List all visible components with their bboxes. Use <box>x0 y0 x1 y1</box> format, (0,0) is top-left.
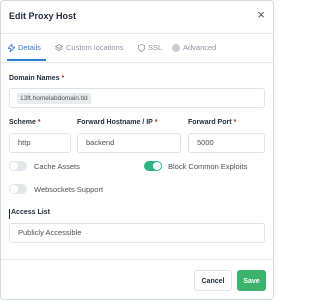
tab-advanced[interactable]: Advanced <box>172 43 216 52</box>
save-button[interactable]: Save <box>237 270 266 291</box>
toggle-knob <box>10 162 18 170</box>
required-mark: * <box>37 119 41 126</box>
forward-hostname-input[interactable]: backend <box>77 133 181 153</box>
websockets-support-toggle[interactable] <box>9 184 27 194</box>
text-cursor <box>9 209 10 219</box>
domain-names-label-text: Domain Names <box>9 75 60 82</box>
bolt-icon <box>8 43 15 52</box>
tab-ssl-label: SSL <box>148 43 163 52</box>
block-common-exploits-toggle[interactable] <box>144 161 162 171</box>
dialog-title: Edit Proxy Host <box>9 11 77 21</box>
dialog-header: Edit Proxy Host × <box>1 1 273 34</box>
domain-names-label: Domain Names * <box>9 75 64 82</box>
tab-custom-locations[interactable]: Custom locations <box>55 43 124 52</box>
forward-port-label: Forward Port * <box>188 119 236 126</box>
tab-custom-locations-label: Custom locations <box>66 43 124 52</box>
forward-port-input[interactable]: 5000 <box>188 133 265 153</box>
cache-assets-toggle[interactable] <box>9 161 27 171</box>
domain-names-input[interactable]: 13ft.homelabdomain.tld <box>9 88 265 108</box>
cancel-button[interactable]: Cancel <box>194 270 232 291</box>
tab-advanced-label: Advanced <box>183 43 217 52</box>
forward-hostname-label-text: Forward Hostname / IP <box>77 119 153 126</box>
toggle-knob <box>153 162 161 170</box>
websockets-support-label: Websockets Support <box>34 185 104 194</box>
close-icon[interactable]: × <box>257 8 265 22</box>
block-common-exploits-label: Block Common Exploits <box>168 162 248 171</box>
access-list-select[interactable]: Publicly Accessible <box>9 223 265 243</box>
required-mark: * <box>233 119 237 126</box>
dialog-footer: Cancel Save <box>1 259 273 299</box>
tab-details[interactable]: Details <box>8 43 41 52</box>
scheme-label-text: Scheme <box>9 119 36 126</box>
gear-icon <box>172 43 180 52</box>
tab-ssl[interactable]: SSL <box>138 43 162 52</box>
scheme-label: Scheme * <box>9 119 41 126</box>
access-list-label: Access List <box>11 209 50 216</box>
layers-icon <box>55 43 63 52</box>
forward-hostname-label: Forward Hostname / IP * <box>77 119 157 126</box>
cache-assets-label: Cache Assets <box>34 162 80 171</box>
required-mark: * <box>61 75 65 82</box>
tab-details-label: Details <box>18 43 41 52</box>
scheme-select[interactable]: http <box>9 133 71 153</box>
domain-chip[interactable]: 13ft.homelabdomain.tld <box>17 93 91 104</box>
toggle-knob <box>10 185 18 193</box>
active-tab-indicator <box>7 59 46 61</box>
forward-port-label-text: Forward Port <box>188 119 232 126</box>
required-mark: * <box>154 119 158 126</box>
edit-proxy-host-dialog: Edit Proxy Host × Details Custom locatio… <box>0 0 274 300</box>
shield-icon <box>138 43 145 52</box>
tab-bar: Details Custom locations SSL Advanced <box>1 34 273 63</box>
